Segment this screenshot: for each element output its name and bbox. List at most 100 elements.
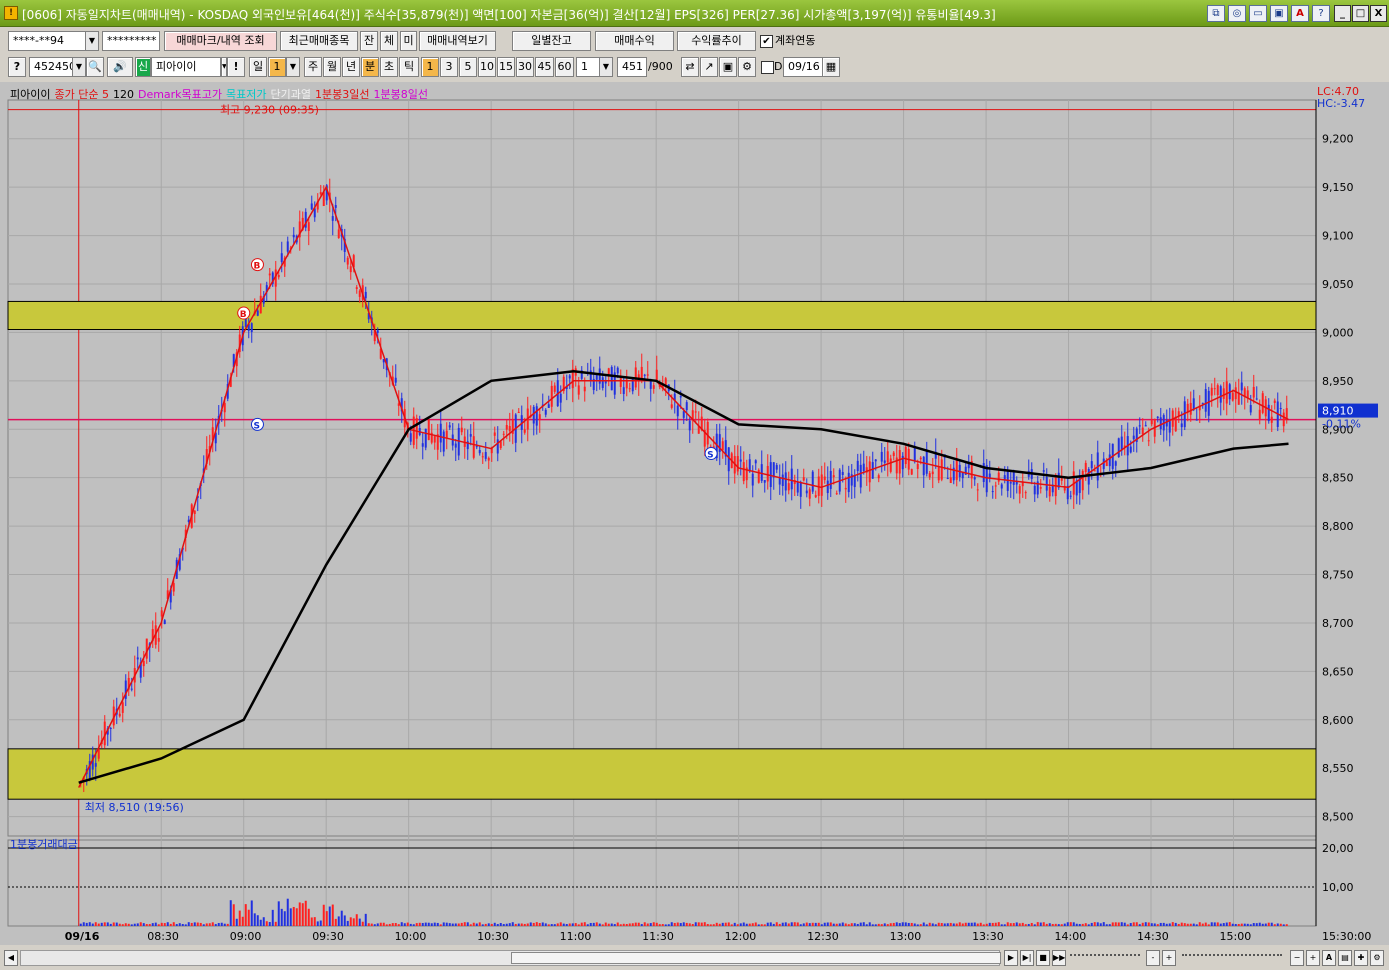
date-input[interactable]: 09/16: [783, 57, 823, 77]
price-tick: 9,200: [1322, 133, 1354, 146]
account-link-checkbox[interactable]: ✔: [760, 35, 773, 48]
unfilled-button[interactable]: 미: [400, 31, 417, 51]
volume-bar: [517, 923, 520, 926]
crosshair-icon[interactable]: ✚: [1354, 950, 1368, 966]
recent-trades-button[interactable]: 최근매매종목: [280, 31, 358, 51]
interval-3-button[interactable]: 3: [440, 57, 458, 77]
fast-forward-icon[interactable]: ▶▶: [1052, 950, 1066, 966]
save-icon[interactable]: ▣: [719, 57, 737, 77]
volume-bar: [1177, 923, 1180, 926]
period-year-button[interactable]: 년: [342, 57, 360, 77]
config-icon[interactable]: ▤: [1338, 950, 1352, 966]
balance-button[interactable]: 잔: [360, 31, 378, 51]
d-checkbox[interactable]: [761, 61, 774, 74]
interval-30-button[interactable]: 30: [516, 57, 534, 77]
chevron-down-icon[interactable]: ▼: [72, 57, 86, 77]
scroll-end-icon[interactable]: ▶|: [1020, 950, 1034, 966]
candle-body: [517, 411, 520, 413]
interval-45-button[interactable]: 45: [535, 57, 554, 77]
candle-body: [988, 473, 991, 478]
refresh-icon[interactable]: ◎: [1228, 5, 1246, 22]
price-chart[interactable]: 1분봉거래대금 최고 9,230 (09:35) 최저 8,510 (19:56)…: [0, 82, 1389, 945]
scroll-right-icon[interactable]: ▶: [1004, 950, 1018, 966]
volume-bar: [100, 922, 103, 926]
scroll-left-icon[interactable]: ◀: [4, 950, 18, 966]
volume-bar: [826, 922, 829, 926]
volume-bar: [484, 923, 487, 926]
trade-history-button[interactable]: 매매내역보기: [419, 31, 496, 51]
volume-bar: [1159, 922, 1162, 926]
interval-1-button[interactable]: 1: [421, 57, 439, 77]
trade-mark-query-button[interactable]: 매매마크/내역 조회: [164, 31, 277, 51]
daily-balance-button[interactable]: 일별잔고: [512, 31, 591, 51]
period-day-button[interactable]: 일: [249, 57, 267, 77]
volume-bar: [1048, 923, 1051, 926]
help-icon[interactable]: ?: [1312, 5, 1330, 22]
current-change-text: -0.11%: [1322, 418, 1361, 431]
scroll-thumb[interactable]: [511, 952, 1001, 964]
interval-custom-input[interactable]: 1: [576, 57, 600, 77]
period-week-button[interactable]: 주: [304, 57, 322, 77]
chart-area[interactable]: 1분봉거래대금 최고 9,230 (09:35) 최저 8,510 (19:56)…: [0, 82, 1389, 945]
calendar-icon[interactable]: ▦: [822, 57, 840, 77]
chevron-down-icon[interactable]: ▼: [286, 57, 300, 77]
maximize-button[interactable]: □: [1352, 5, 1369, 22]
zoom-plus-icon[interactable]: +: [1162, 950, 1176, 966]
volume-bar: [841, 922, 844, 926]
search-icon[interactable]: 🔍: [86, 57, 104, 77]
stock-name-field[interactable]: 피아이이: [151, 57, 221, 77]
stock-code-input[interactable]: 452450: [29, 57, 73, 77]
minimize-button[interactable]: _: [1334, 5, 1351, 22]
account-select[interactable]: ****-**94: [8, 31, 86, 51]
interval-15-button[interactable]: 15: [497, 57, 515, 77]
period-second-button[interactable]: 초: [380, 57, 398, 77]
volume-bar: [973, 922, 976, 926]
scroll-track[interactable]: [20, 950, 1001, 966]
plus-icon[interactable]: +: [1306, 950, 1320, 966]
tool-chart-icon[interactable]: ↗: [700, 57, 718, 77]
stop-icon[interactable]: ■: [1036, 950, 1050, 966]
volume-bar: [1093, 922, 1096, 926]
link-window-icon[interactable]: ⧉: [1207, 5, 1225, 22]
filled-button[interactable]: 체: [380, 31, 398, 51]
volume-bar: [970, 922, 973, 926]
speaker-icon[interactable]: 🔊: [107, 57, 133, 77]
chevron-down-icon[interactable]: ▼: [599, 57, 613, 77]
text-icon[interactable]: A: [1322, 950, 1336, 966]
interval-5-button[interactable]: 5: [459, 57, 477, 77]
screen-icon[interactable]: ▭: [1249, 5, 1267, 22]
trade-profit-button[interactable]: 매매수익: [595, 31, 674, 51]
zoom-minus-icon[interactable]: -: [1146, 950, 1160, 966]
password-field[interactable]: *********: [102, 31, 160, 51]
period-tick-button[interactable]: 틱: [399, 57, 419, 77]
candle-body: [547, 404, 550, 408]
volume-bar: [1183, 923, 1186, 926]
alert-button[interactable]: !: [227, 57, 245, 77]
volume-bar: [1072, 922, 1075, 926]
volume-bar: [382, 922, 385, 926]
minus-icon[interactable]: −: [1290, 950, 1304, 966]
gear-icon[interactable]: ⚙: [1370, 950, 1384, 966]
period-num-select[interactable]: 1: [268, 57, 286, 77]
candle-body: [1120, 436, 1123, 451]
settings-icon[interactable]: ⚙: [738, 57, 756, 77]
period-minute-button[interactable]: 분: [361, 57, 379, 77]
return-trend-button[interactable]: 수익률추이: [677, 31, 756, 51]
interval-60-button[interactable]: 60: [555, 57, 574, 77]
chevron-down-icon[interactable]: ▼: [85, 31, 99, 51]
volume-bar: [445, 922, 448, 926]
close-button[interactable]: X: [1370, 5, 1387, 22]
volume-bar: [1213, 922, 1216, 926]
candle-body: [706, 421, 709, 445]
candle-body: [1267, 404, 1270, 422]
chart-scrollbar[interactable]: ◀ ▶ ▶| ■ ▶▶ - + − + A ▤ ✚ ⚙: [0, 946, 1389, 970]
interval-10-button[interactable]: 10: [478, 57, 496, 77]
bar-count-input[interactable]: 451: [617, 57, 647, 77]
tool-arrow-icon[interactable]: ⇄: [681, 57, 699, 77]
candle-body: [250, 323, 253, 333]
code-search-icon[interactable]: ?: [8, 57, 26, 77]
candle-body: [976, 489, 979, 491]
font-icon[interactable]: A: [1291, 5, 1309, 22]
layout-icon[interactable]: ▣: [1270, 5, 1288, 22]
period-month-button[interactable]: 월: [323, 57, 341, 77]
